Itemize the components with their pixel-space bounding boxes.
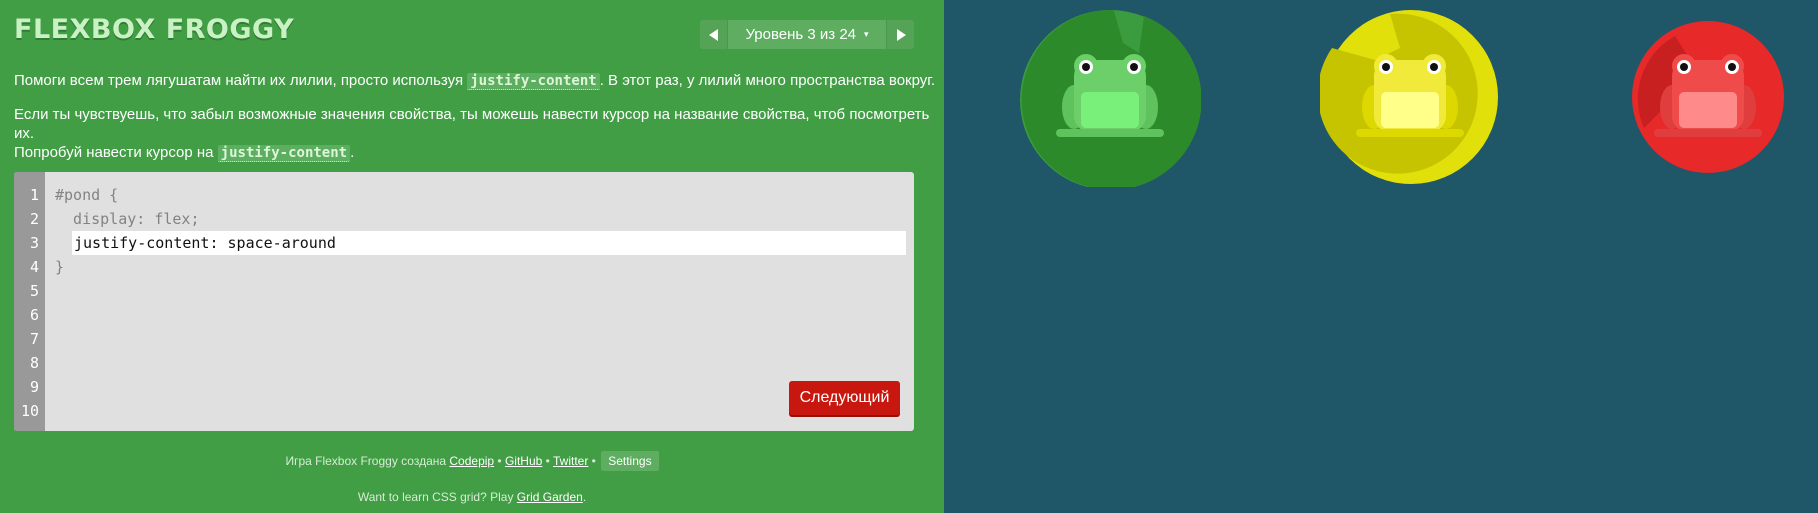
property-hint-justify-content[interactable]: justify-content	[467, 73, 600, 90]
line-number: 7	[29, 330, 39, 348]
instructions-paragraph-2: Если ты чувствуешь, что забыл возможные …	[14, 105, 944, 163]
grid-garden-promo: Want to learn CSS grid? Play Grid Garden…	[0, 490, 944, 504]
code-line-selector: #pond {	[55, 186, 119, 204]
github-link[interactable]: GitHub	[505, 454, 542, 468]
instructions-text: . В этот раз, у лилий много пространства…	[599, 72, 936, 89]
line-number: 6	[29, 306, 39, 324]
separator: •	[588, 454, 600, 468]
level-label: Уровень 3 из 24	[745, 26, 857, 43]
code-line-closing-brace: }	[55, 258, 65, 276]
caret-down-icon: ▾	[864, 29, 869, 39]
promo-text: .	[582, 490, 587, 504]
property-hint-justify-content[interactable]: justify-content	[217, 145, 351, 162]
level-indicator[interactable]: Уровень 3 из 24 ▾	[728, 20, 886, 49]
line-number: 10	[20, 402, 39, 420]
settings-button[interactable]: Settings	[601, 451, 659, 471]
triangle-right-icon	[896, 28, 906, 41]
green-frog-icon	[1056, 54, 1164, 137]
instructions-paragraph-1: Помоги всем трем лягушатам найти их лили…	[14, 71, 935, 91]
game-panel: FLEXBOX FROGGY Уровень 3 из 24 ▾ Помоги …	[0, 0, 944, 513]
line-number: 1	[29, 186, 39, 204]
line-number-gutter: 1 2 3 4 5 6 7 8 9 10	[14, 172, 45, 431]
separator: •	[542, 454, 553, 468]
line-number: 2	[29, 210, 39, 228]
next-level-arrow-button[interactable]	[886, 20, 914, 49]
code-editor: 1 2 3 4 5 6 7 8 9 10 #pond { display: fl…	[14, 172, 914, 431]
game-title: FLEXBOX FROGGY	[14, 14, 295, 45]
grid-garden-link[interactable]: Grid Garden	[517, 490, 583, 504]
instructions-text: Помоги всем трем лягушатам найти их лили…	[14, 72, 468, 89]
line-number: 3	[29, 234, 39, 252]
line-number: 4	[29, 258, 39, 276]
css-code-input[interactable]	[72, 231, 906, 255]
promo-text: Want to learn CSS grid? Play	[357, 490, 517, 504]
separator: •	[494, 454, 505, 468]
twitter-link[interactable]: Twitter	[553, 454, 588, 468]
previous-level-button[interactable]	[700, 20, 728, 49]
code-line-display: display: flex;	[55, 210, 200, 228]
line-number: 5	[29, 282, 39, 300]
line-number: 9	[29, 378, 39, 396]
instructions-text: Если ты чувствуешь, что забыл возможные …	[14, 106, 930, 142]
yellow-frog-icon	[1356, 54, 1464, 137]
credits: Игра Flexbox Froggy создана Codepip • Gi…	[0, 451, 944, 471]
level-navigation: Уровень 3 из 24 ▾	[700, 20, 914, 49]
instructions-text: Попробуй навести курсор на	[14, 144, 218, 161]
next-button[interactable]: Следующий	[789, 381, 900, 415]
line-number: 8	[29, 354, 39, 372]
red-frog-icon	[1654, 54, 1762, 137]
codepip-link[interactable]: Codepip	[449, 454, 494, 468]
credit-text: Игра Flexbox Froggy создана	[285, 454, 450, 468]
instructions-text: .	[350, 144, 355, 161]
triangle-left-icon	[708, 28, 718, 41]
